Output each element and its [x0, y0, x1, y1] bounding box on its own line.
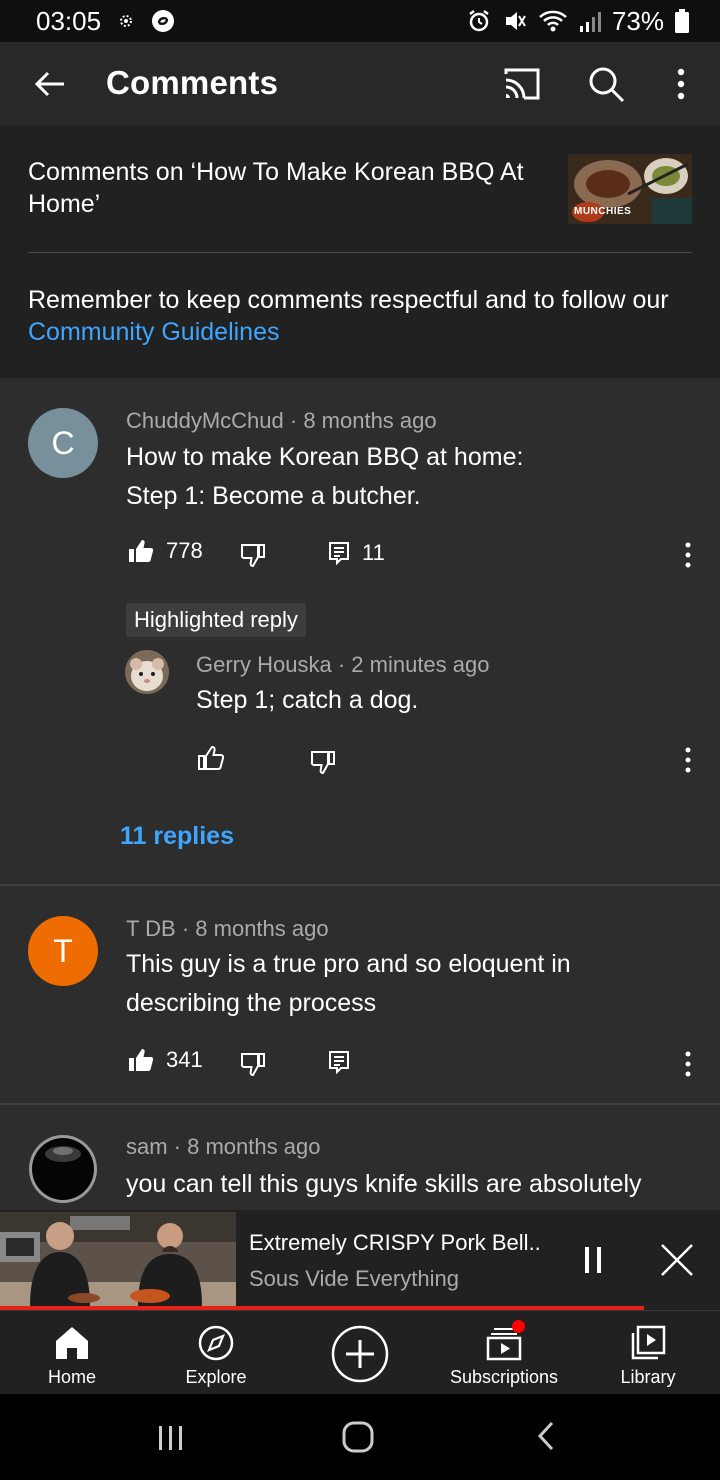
bottom-navigation: Home Explore Subscriptions Library — [0, 1310, 720, 1394]
mini-player-video[interactable] — [0, 1212, 236, 1306]
comment-time: 8 months ago — [187, 1134, 321, 1159]
status-bar: 03:05 73% — [0, 0, 720, 42]
thumbs-down-icon[interactable] — [310, 749, 336, 775]
comment-text: This guy is a true pro and so eloquent i… — [126, 950, 571, 1017]
mute-icon — [505, 12, 526, 30]
thumbs-down-icon[interactable] — [240, 1051, 266, 1077]
black-sphere-avatar-icon — [29, 1135, 97, 1203]
comments-header: Comments on ‘How To Make Korean BBQ At H… — [0, 126, 720, 378]
pause-icon[interactable] — [578, 1242, 608, 1278]
community-guidelines-link[interactable]: Community Guidelines — [28, 318, 280, 346]
guidelines-notice: Remember to keep comments respectful and… — [28, 284, 692, 348]
comment-time: 8 months ago — [303, 408, 437, 433]
video-thumbnail[interactable]: MUNCHIES — [568, 154, 692, 224]
nav-label: Library — [620, 1367, 676, 1387]
comments-list: C ChuddyMcChud · 8 months ago How to mak… — [0, 378, 720, 1210]
avatar[interactable] — [28, 1134, 98, 1204]
thumbs-up-icon[interactable] — [198, 745, 224, 771]
thumbs-up-filled-icon — [129, 1049, 154, 1071]
back-arrow-icon[interactable] — [30, 64, 70, 104]
library-icon — [631, 1325, 666, 1360]
thumbnail-brand: MUNCHIES — [574, 206, 632, 217]
view-replies-link[interactable]: 11 replies — [120, 822, 234, 851]
like-button[interactable]: 341 — [128, 1047, 203, 1073]
reply-menu-icon[interactable] — [678, 745, 698, 775]
mini-player-title: Extremely CRISPY Pork Bell.. — [249, 1230, 541, 1255]
video-title: Comments on ‘How To Make Korean BBQ At H… — [28, 158, 524, 218]
comment-divider — [0, 1103, 720, 1105]
nav-label: Explore — [185, 1367, 247, 1387]
mini-player-channel: Sous Vide Everything — [249, 1266, 459, 1291]
page-title: Comments — [106, 64, 279, 101]
avatar[interactable]: T — [28, 916, 98, 986]
comment-meta: T DB · 8 months ago — [126, 916, 329, 941]
reply-icon — [329, 542, 349, 565]
thumbs-up-filled-icon — [129, 540, 154, 562]
recent-apps-icon[interactable] — [156, 1424, 186, 1452]
signal-icon — [579, 12, 601, 32]
reply-author[interactable]: Gerry Houska — [196, 652, 332, 677]
like-button[interactable]: 778 — [128, 538, 203, 564]
reply-button[interactable]: 11 — [328, 540, 385, 566]
nav-home[interactable]: Home — [0, 1311, 144, 1395]
nav-label: Home — [47, 1367, 96, 1387]
search-icon[interactable] — [586, 64, 626, 104]
create-icon — [331, 1325, 389, 1383]
cast-icon[interactable] — [502, 64, 542, 104]
avatar[interactable]: C — [28, 408, 98, 478]
comment-author[interactable]: T DB — [126, 916, 176, 941]
status-time: 03:05 — [36, 5, 102, 36]
comment-author[interactable]: ChuddyMcChud — [126, 408, 284, 433]
nav-subscriptions[interactable]: Subscriptions — [432, 1311, 576, 1395]
home-icon — [56, 1327, 88, 1359]
reply-meta: Gerry Houska · 2 minutes ago — [196, 652, 490, 677]
comment-menu-icon[interactable] — [678, 540, 698, 570]
comment-text-line: Step 1: Become a butcher. — [126, 482, 421, 510]
reply-count: 11 — [362, 540, 385, 565]
comment-text: you can tell this guys knife skills are … — [126, 1170, 642, 1198]
avatar-letter: T — [53, 932, 73, 969]
nav-create[interactable] — [288, 1311, 432, 1395]
comment-meta: sam · 8 months ago — [126, 1134, 321, 1159]
reply-time: 2 minutes ago — [351, 652, 490, 677]
close-icon[interactable] — [658, 1241, 696, 1279]
back-button-icon[interactable] — [534, 1420, 558, 1452]
nav-label: Subscriptions — [449, 1367, 559, 1387]
highlighted-reply-badge: Highlighted reply — [126, 603, 306, 637]
nav-library[interactable]: Library — [576, 1311, 720, 1395]
reply-text: Step 1; catch a dog. — [196, 686, 419, 714]
sync-icon — [152, 10, 175, 32]
app-bar: Comments — [0, 42, 720, 126]
like-count: 778 — [166, 538, 203, 563]
mini-player[interactable]: Extremely CRISPY Pork Bell.. Sous Vide E… — [0, 1210, 720, 1310]
comment-text: How to make Korean BBQ at home: Step 1: B… — [126, 438, 696, 516]
avatar-letter: C — [51, 424, 75, 461]
comment-text-line: How to make Korean BBQ at home: — [126, 443, 524, 471]
comment-meta: ChuddyMcChud · 8 months ago — [126, 408, 437, 433]
thumbs-down-icon[interactable] — [240, 542, 266, 568]
comment-divider — [0, 884, 720, 886]
comment-menu-icon[interactable] — [678, 1049, 698, 1079]
comment-author[interactable]: sam — [126, 1134, 168, 1159]
settings-gear-icon — [120, 15, 133, 27]
guidelines-text: Remember to keep comments respectful and… — [28, 286, 669, 314]
battery-icon — [675, 9, 689, 33]
comment-time: 8 months ago — [195, 916, 329, 941]
reply-icon[interactable] — [328, 1050, 350, 1074]
nav-explore[interactable]: Explore — [144, 1311, 288, 1395]
alarm-icon — [469, 10, 489, 32]
hamster-avatar-icon — [125, 650, 169, 694]
like-count: 341 — [166, 1047, 203, 1072]
more-vert-icon[interactable] — [661, 64, 701, 104]
header-divider — [28, 252, 692, 253]
home-button-icon[interactable] — [340, 1419, 376, 1455]
avatar[interactable] — [125, 650, 169, 694]
wifi-icon — [539, 10, 567, 32]
explore-icon — [198, 1325, 234, 1361]
notification-dot — [512, 1320, 525, 1333]
battery-percent: 73% — [611, 5, 664, 36]
system-navigation-bar — [0, 1394, 720, 1480]
